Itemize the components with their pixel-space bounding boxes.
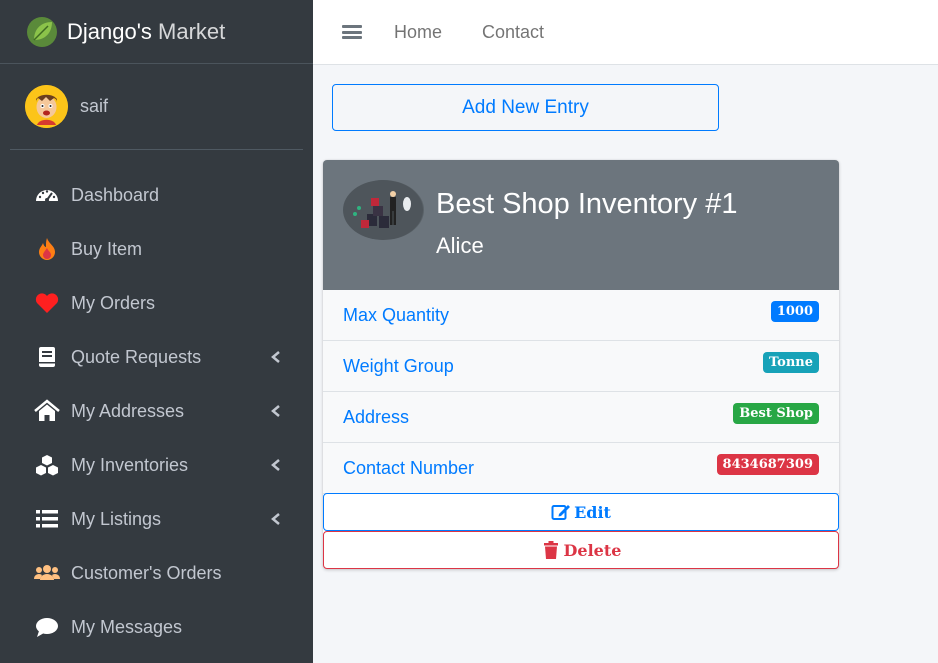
trash-icon	[543, 541, 558, 559]
leaf-icon	[27, 16, 57, 47]
contact-badge: 8434687309	[716, 454, 819, 475]
fire-icon	[34, 236, 60, 262]
detail-label: Weight Group	[343, 355, 454, 376]
quantity-badge: 1000	[770, 301, 819, 322]
detail-list: Max Quantity 1000 Weight Group Tonne Add…	[323, 290, 839, 494]
card-title: Best Shop Inventory #1	[436, 188, 738, 220]
sidebar-item-buy-item[interactable]: Buy Item	[0, 222, 313, 276]
sidebar-item-my-messages[interactable]: My Messages	[0, 600, 313, 654]
list-item-contact-number[interactable]: Contact Number 8434687309	[323, 443, 839, 494]
sidebar-item-label: Buy Item	[71, 238, 143, 259]
list-item-address[interactable]: Address Best Shop	[323, 392, 839, 443]
brand-name: Django's	[67, 18, 152, 44]
edit-button[interactable]: Edit	[323, 493, 839, 531]
sidebar-item-label: My Addresses	[71, 400, 185, 421]
nav-link-home[interactable]: Home	[394, 22, 442, 43]
edit-icon	[551, 505, 571, 520]
delete-button[interactable]: Delete	[323, 531, 839, 569]
comment-icon	[34, 614, 60, 640]
card-subtitle: Alice	[436, 233, 484, 258]
sidebar-nav: Dashboard Buy Item My Orders Quote Reque…	[0, 150, 313, 654]
user-panel[interactable]: saif	[10, 64, 303, 150]
sidebar-item-dashboard[interactable]: Dashboard	[0, 168, 313, 222]
chevron-left-icon	[271, 513, 280, 525]
nav-link-contact[interactable]: Contact	[482, 22, 544, 43]
sidebar-item-my-addresses[interactable]: My Addresses	[0, 384, 313, 438]
inventory-image	[343, 180, 424, 240]
sidebar-item-my-orders[interactable]: My Orders	[0, 276, 313, 330]
edit-button-label: Edit	[574, 502, 611, 522]
sidebar: Django's Market saif Dashboard Buy Item …	[0, 0, 313, 663]
delete-button-label: Delete	[563, 540, 622, 560]
sidebar-item-customers-orders[interactable]: Customer's Orders	[0, 546, 313, 600]
chevron-left-icon	[271, 351, 280, 363]
list-item-max-quantity[interactable]: Max Quantity 1000	[323, 290, 839, 341]
brand-link[interactable]: Django's Market	[0, 0, 313, 64]
cubes-icon	[34, 452, 60, 478]
sidebar-item-my-listings[interactable]: My Listings	[0, 492, 313, 546]
menu-toggle-icon[interactable]	[342, 23, 362, 41]
user-name: saif	[80, 96, 109, 116]
address-badge: Best Shop	[733, 403, 819, 424]
sidebar-item-quote-requests[interactable]: Quote Requests	[0, 330, 313, 384]
list-icon	[34, 506, 60, 532]
heart-icon	[34, 290, 60, 316]
card-header: Best Shop Inventory #1 Alice	[323, 160, 839, 290]
detail-label: Max Quantity	[343, 304, 450, 325]
sidebar-item-label: Quote Requests	[71, 346, 202, 367]
weight-badge: Tonne	[762, 352, 819, 373]
dashboard-icon	[34, 182, 60, 208]
detail-label: Contact Number	[343, 457, 475, 478]
list-item-weight-group[interactable]: Weight Group Tonne	[323, 341, 839, 392]
sidebar-item-label: My Listings	[71, 508, 162, 529]
detail-label: Address	[343, 406, 410, 427]
sidebar-item-label: Dashboard	[71, 184, 160, 205]
users-icon	[34, 560, 60, 586]
home-icon	[34, 398, 60, 424]
brand-name-light: Market	[158, 18, 226, 44]
sidebar-item-label: My Orders	[71, 292, 156, 313]
sidebar-item-my-inventories[interactable]: My Inventories	[0, 438, 313, 492]
sidebar-item-label: Customer's Orders	[71, 562, 222, 583]
sidebar-item-label: My Messages	[71, 616, 183, 637]
avatar	[25, 85, 68, 128]
chevron-left-icon	[271, 405, 280, 417]
chevron-left-icon	[271, 459, 280, 471]
sidebar-item-label: My Inventories	[71, 454, 189, 475]
add-new-entry-button[interactable]: Add New Entry	[332, 84, 719, 131]
top-navbar: Home Contact	[313, 0, 938, 65]
book-icon	[34, 344, 60, 370]
